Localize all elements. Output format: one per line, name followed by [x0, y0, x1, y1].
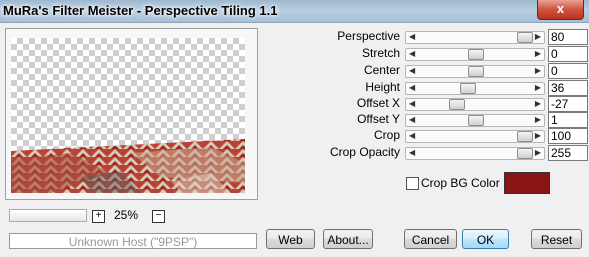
crop-opacity-slider[interactable]: ◀ ▶ [405, 147, 545, 160]
crop-slider[interactable]: ◀ ▶ [405, 130, 545, 143]
slider-right-arrow-icon: ▶ [534, 83, 541, 92]
reset-button[interactable]: Reset [531, 229, 582, 249]
crop-bg-color-label: Crop BG Color [421, 176, 500, 190]
crop-value-input[interactable]: 100 [548, 128, 588, 144]
perspective-label: Perspective [337, 29, 400, 43]
crop-bg-color-checkbox[interactable] [406, 177, 419, 190]
close-icon: x [556, 1, 565, 16]
height-value-input[interactable]: 36 [548, 80, 588, 96]
offset-y-value-input[interactable]: 1 [548, 112, 588, 128]
slider-thumb[interactable] [517, 32, 534, 43]
slider-thumb[interactable] [517, 131, 534, 142]
slider-thumb[interactable] [448, 99, 465, 110]
offset-x-label: Offset X [356, 96, 400, 110]
center-label: Center [363, 63, 400, 77]
slider-thumb[interactable] [468, 66, 484, 77]
offset-x-slider[interactable]: ◀ ▶ [405, 98, 545, 111]
slider-right-arrow-icon: ▶ [534, 66, 541, 75]
crop-bg-color-swatch[interactable] [504, 172, 550, 194]
slider-thumb[interactable] [468, 49, 484, 60]
slider-thumb[interactable] [468, 115, 484, 126]
stretch-value-input[interactable]: 0 [548, 46, 588, 62]
zoom-level: 25% [114, 208, 139, 222]
close-button[interactable]: x [537, 0, 584, 20]
about-button[interactable]: About... [323, 229, 373, 249]
title-bar: MuRa's Filter Meister - Perspective Tili… [0, 0, 589, 23]
ok-button[interactable]: OK [462, 229, 509, 249]
slider-right-arrow-icon: ▶ [534, 115, 541, 124]
zoom-out-button[interactable]: − [152, 210, 165, 223]
slider-thumb[interactable] [460, 83, 477, 94]
cancel-button[interactable]: Cancel [404, 229, 457, 249]
slider-left-arrow-icon: ◀ [409, 32, 416, 41]
offset-x-value-input[interactable]: -27 [548, 96, 588, 112]
filter-dialog: MuRa's Filter Meister - Perspective Tili… [0, 0, 589, 257]
minus-icon: − [155, 210, 162, 221]
perspective-tiles [11, 139, 245, 193]
plus-icon: + [95, 210, 102, 221]
stretch-slider[interactable]: ◀ ▶ [405, 48, 545, 61]
crop-opacity-value-input[interactable]: 255 [548, 145, 588, 161]
status-bar: Unknown Host ("9PSP") [9, 233, 257, 249]
slider-left-arrow-icon: ◀ [409, 115, 416, 124]
web-button[interactable]: Web [266, 229, 315, 249]
slider-left-arrow-icon: ◀ [409, 99, 416, 108]
slider-left-arrow-icon: ◀ [409, 49, 416, 58]
slider-right-arrow-icon: ▶ [534, 99, 541, 108]
preview-image[interactable] [11, 38, 245, 193]
zoom-in-button[interactable]: + [92, 210, 105, 223]
perspective-slider[interactable]: ◀ ▶ [405, 31, 545, 44]
slider-right-arrow-icon: ▶ [534, 32, 541, 41]
crop-label: Crop [373, 128, 400, 142]
window-title: MuRa's Filter Meister - Perspective Tili… [3, 3, 278, 18]
perspective-value-input[interactable]: 80 [548, 29, 588, 45]
slider-left-arrow-icon: ◀ [409, 131, 416, 140]
center-slider[interactable]: ◀ ▶ [405, 65, 545, 78]
stretch-label: Stretch [361, 46, 400, 60]
slider-right-arrow-icon: ▶ [534, 148, 541, 157]
slider-left-arrow-icon: ◀ [409, 148, 416, 157]
slider-thumb[interactable] [517, 148, 534, 159]
offset-y-slider[interactable]: ◀ ▶ [405, 114, 545, 127]
height-label: Height [365, 80, 400, 94]
crop-opacity-label: Crop Opacity [329, 145, 400, 159]
offset-y-label: Offset Y [357, 112, 400, 126]
height-slider[interactable]: ◀ ▶ [405, 82, 545, 95]
slider-left-arrow-icon: ◀ [409, 83, 416, 92]
slider-right-arrow-icon: ▶ [534, 49, 541, 58]
zoom-scrollbar[interactable] [9, 209, 87, 222]
slider-right-arrow-icon: ▶ [534, 131, 541, 140]
center-value-input[interactable]: 0 [548, 63, 588, 79]
slider-left-arrow-icon: ◀ [409, 66, 416, 75]
